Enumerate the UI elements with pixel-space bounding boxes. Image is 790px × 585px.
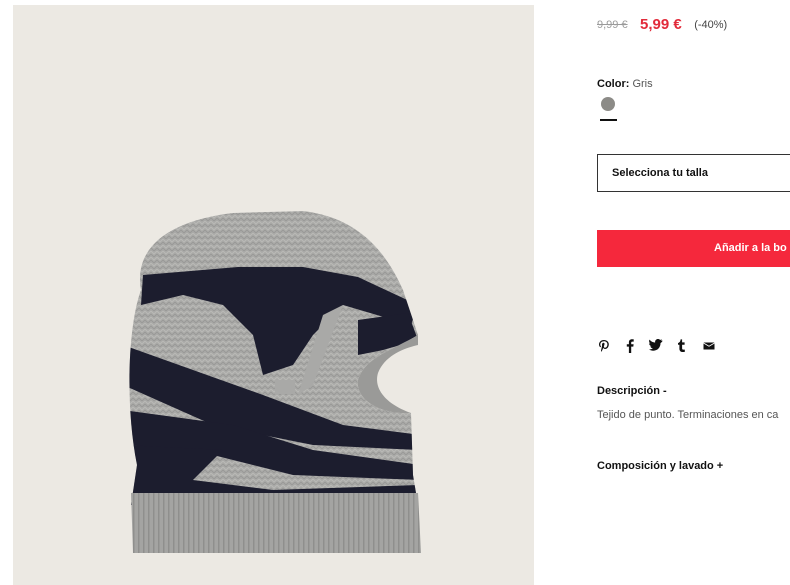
color-label: Color: [597,78,630,90]
twitter-icon[interactable] [649,339,663,355]
composition-toggle[interactable]: Composición y lavado + [597,460,723,472]
size-select[interactable]: Selecciona tu talla [597,154,790,192]
color-swatch-gris[interactable] [601,97,615,111]
selected-swatch-indicator [600,119,617,121]
product-image[interactable] [13,5,534,585]
facebook-icon[interactable] [626,339,634,355]
mail-icon[interactable] [703,339,715,355]
discount-badge: (-40%) [694,18,728,31]
price-row: 9,99 € 5,99 € (-40%) [597,16,727,34]
add-to-bag-button[interactable]: Añadir a la bo [597,230,790,267]
sale-price: 5,99 € [640,16,682,34]
color-value: Gris [632,78,653,90]
color-selector-label: Color: Gris [597,78,653,90]
description-toggle[interactable]: Descripción - [597,385,667,397]
pinterest-icon[interactable] [598,339,610,355]
product-info-panel: 9,99 € 5,99 € (-40%) Color: Gris Selecci… [597,0,790,585]
old-price: 9,99 € [597,18,628,31]
knit-body [129,211,421,553]
tumblr-icon[interactable] [678,339,686,355]
balaclava-illustration [129,211,421,553]
description-text: Tejido de punto. Terminaciones en ca [597,409,779,421]
